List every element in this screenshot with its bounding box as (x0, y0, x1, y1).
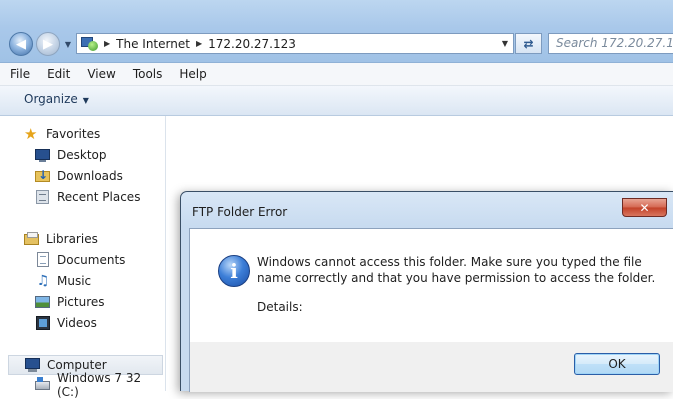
recent-pages-dropdown[interactable]: ▼ (63, 38, 73, 50)
nav-item-local-disk[interactable]: Windows 7 32 (C:) (0, 371, 163, 399)
menu-help[interactable]: Help (169, 67, 213, 81)
breadcrumb-ip-address[interactable]: 172.20.27.123 (208, 37, 296, 51)
nav-computer-label: Computer (47, 358, 107, 372)
nav-item-label: Documents (57, 253, 126, 267)
documents-icon (35, 252, 51, 268)
videos-icon (35, 315, 51, 331)
nav-favorites[interactable]: ★ Favorites (0, 124, 163, 144)
computer-icon (25, 357, 41, 373)
nav-item-label: Videos (57, 316, 97, 330)
ok-button-label: OK (608, 357, 626, 371)
nav-item-label: Pictures (57, 295, 105, 309)
star-icon: ★ (24, 125, 38, 143)
dialog-message-area: i Windows cannot access this folder. Mak… (190, 229, 673, 342)
downloads-folder-icon (35, 168, 51, 184)
ok-button[interactable]: OK (574, 353, 660, 375)
nav-item-recent-places[interactable]: Recent Places (0, 187, 163, 207)
dialog-body: i Windows cannot access this folder. Mak… (189, 228, 673, 392)
chevron-right-icon[interactable]: ▶ (104, 39, 110, 48)
network-location-icon (80, 35, 98, 52)
nav-item-documents[interactable]: Documents (0, 250, 163, 270)
back-arrow-icon: ◀ (16, 36, 26, 52)
music-icon: ♫ (36, 273, 50, 289)
organize-button[interactable]: Organize ▼ (24, 92, 89, 106)
libraries-icon (24, 231, 40, 247)
nav-item-label: Desktop (57, 148, 107, 162)
nav-item-label: Windows 7 32 (C:) (57, 371, 142, 399)
refresh-icon: ⇄ (523, 36, 534, 51)
recent-places-icon (35, 189, 51, 205)
nav-item-label: Music (57, 274, 92, 288)
nav-item-videos[interactable]: Videos (0, 313, 163, 333)
nav-item-pictures[interactable]: Pictures (0, 292, 163, 312)
forward-arrow-icon: ▶ (43, 36, 53, 52)
nav-libraries-label: Libraries (46, 232, 98, 246)
nav-item-label: Recent Places (57, 190, 141, 204)
chevron-right-icon[interactable]: ▶ (196, 39, 202, 48)
menu-edit[interactable]: Edit (37, 67, 77, 81)
nav-item-label: Downloads (57, 169, 123, 183)
organize-label: Organize (24, 92, 78, 106)
address-bar[interactable]: ▶ The Internet ▶ 172.20.27.123 ▼ (76, 33, 514, 54)
menu-file[interactable]: File (0, 67, 37, 81)
dialog-close-button[interactable]: ✕ (622, 198, 667, 217)
refresh-button[interactable]: ⇄ (515, 33, 542, 54)
nav-item-desktop[interactable]: Desktop (0, 145, 163, 165)
ftp-error-dialog: FTP Folder Error ✕ i Windows cannot acce… (180, 191, 673, 392)
menu-tools[interactable]: Tools (123, 67, 170, 81)
dialog-details-label: Details: (257, 300, 303, 314)
dialog-title: FTP Folder Error (192, 205, 288, 219)
nav-favorites-label: Favorites (46, 127, 101, 141)
close-icon: ✕ (639, 200, 650, 215)
dialog-message: Windows cannot access this folder. Make … (257, 255, 656, 285)
breadcrumb-the-internet[interactable]: The Internet (116, 37, 190, 51)
info-icon: i (218, 255, 250, 287)
nav-libraries[interactable]: Libraries (0, 229, 163, 249)
address-dropdown-icon[interactable]: ▼ (497, 34, 513, 53)
navigation-pane: ★ Favorites Desktop Downloads Recent Pla… (0, 116, 166, 399)
nav-item-downloads[interactable]: Downloads (0, 166, 163, 186)
menu-bar: File Edit View Tools Help (0, 63, 673, 86)
desktop-icon (35, 147, 51, 163)
nav-item-music[interactable]: ♫ Music (0, 271, 163, 291)
command-bar: Organize ▼ (0, 86, 673, 116)
menu-view[interactable]: View (77, 67, 122, 81)
search-input[interactable]: Search 172.20.27.123 (548, 33, 673, 54)
chevron-down-icon: ▼ (82, 96, 89, 105)
forward-button[interactable]: ▶ (36, 32, 60, 56)
pictures-icon (35, 294, 51, 310)
back-button[interactable]: ◀ (9, 32, 33, 56)
